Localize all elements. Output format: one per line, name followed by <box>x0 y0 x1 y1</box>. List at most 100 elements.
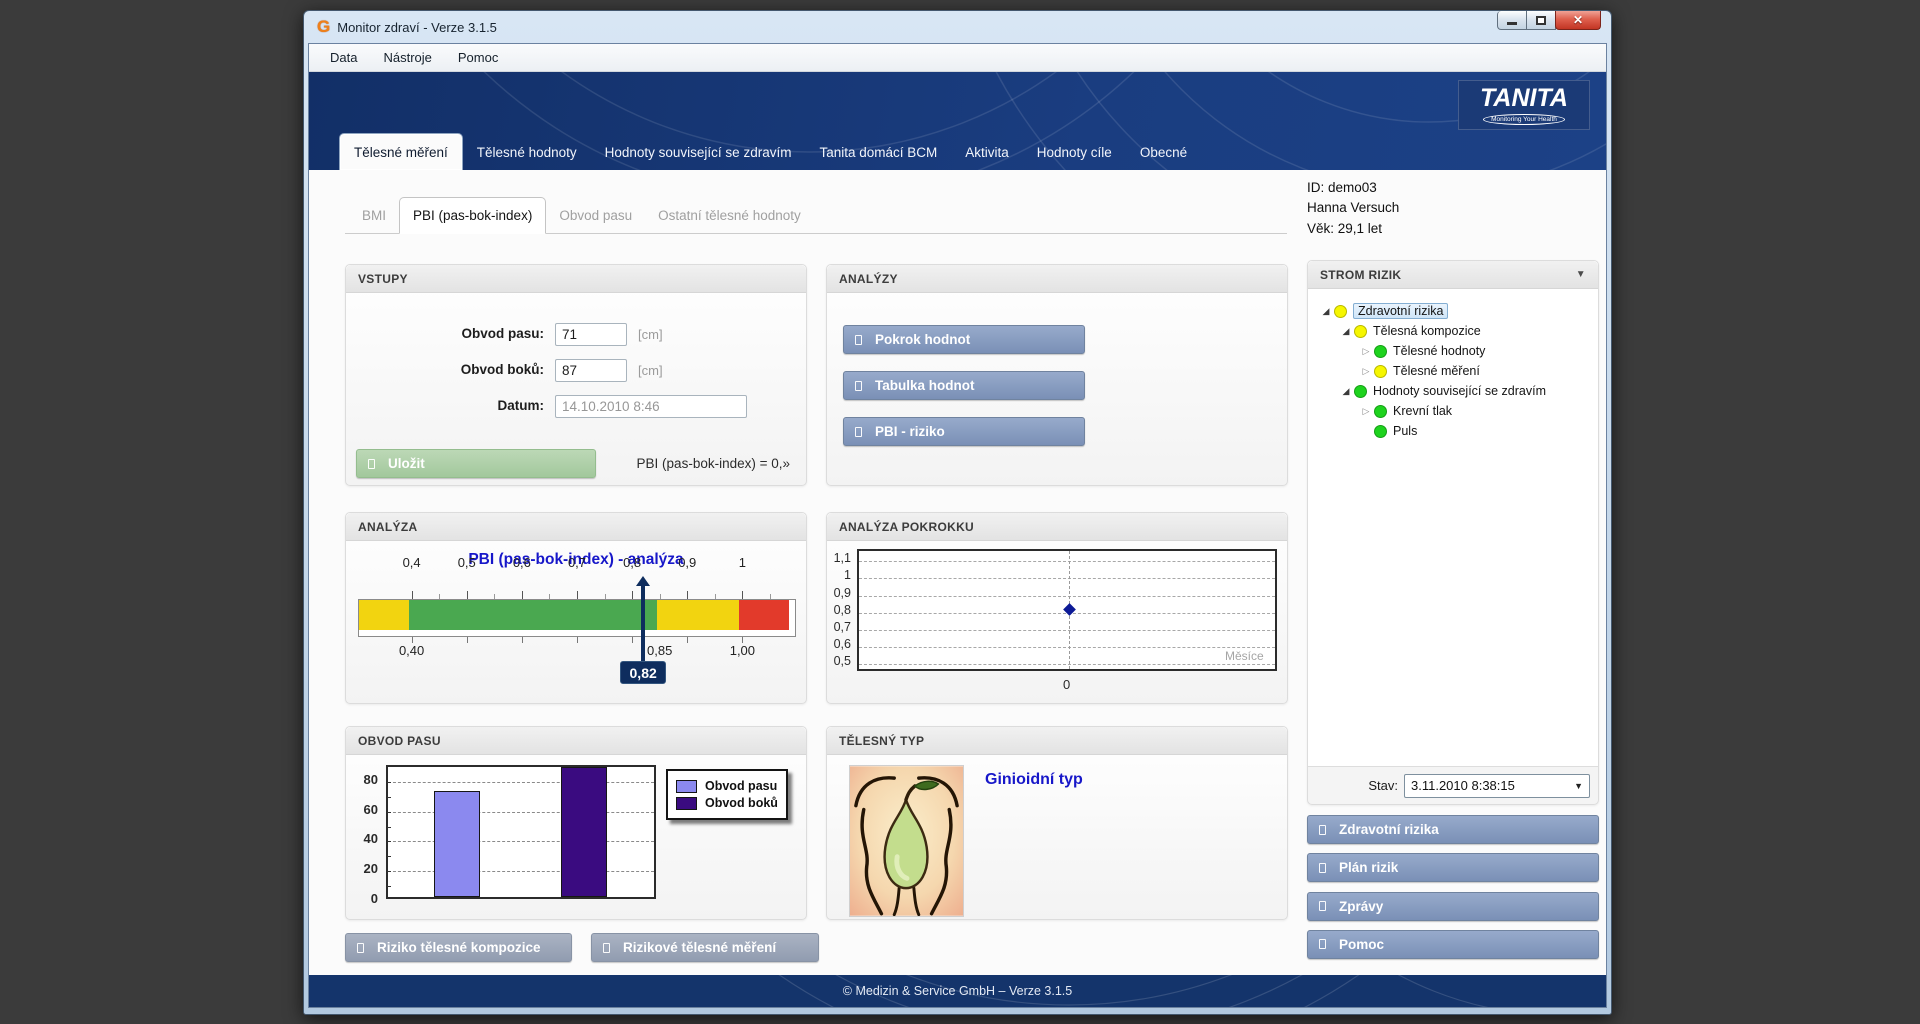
save-button[interactable]: Uložit <box>356 449 596 478</box>
risk-status-icon <box>1374 345 1387 358</box>
state-select[interactable]: 3.11.2010 8:38:15 ▼ <box>1404 774 1590 798</box>
gridline <box>859 561 1275 562</box>
y-tick-label: 0,7 <box>827 620 851 634</box>
gauge-minor-tick <box>715 594 716 599</box>
panel-analyses: ANALÝZY Pokrok hodnotTabulka hodnotPBI -… <box>826 264 1288 486</box>
menu-item-pomoc[interactable]: Pomoc <box>445 45 511 70</box>
tree-expander-icon[interactable]: ◢ <box>1340 387 1352 396</box>
analysis-button-label: Tabulka hodnot <box>875 378 975 393</box>
brand-logo: TANITA Monitoring Your Health <box>1458 80 1590 130</box>
analysis-button[interactable]: Tabulka hodnot <box>843 371 1085 400</box>
main-tab[interactable]: Tanita domácí BCM <box>805 134 951 170</box>
tree-item[interactable]: ◢Hodnoty související se zdravím <box>1314 381 1594 401</box>
panel-progress: ANALÝZA POKROKKU 1,110,90,80,70,60,50Měs… <box>826 512 1288 704</box>
sidebar-button[interactable]: Plán rizik <box>1307 853 1599 882</box>
button-icon <box>855 335 862 345</box>
gauge-tick <box>577 591 578 599</box>
analysis-button[interactable]: PBI - riziko <box>843 417 1085 446</box>
gauge-marker-arrow <box>636 576 650 586</box>
analysis-button[interactable]: Pokrok hodnot <box>843 325 1085 354</box>
bottom-action-button[interactable]: Rizikové tělesné měření <box>591 933 819 962</box>
sidebar-button-label: Zprávy <box>1339 899 1383 914</box>
tree-expander-icon[interactable]: ◢ <box>1340 327 1352 336</box>
sidebar-button[interactable]: Pomoc <box>1307 930 1599 959</box>
main-tab[interactable]: Tělesné měření <box>339 133 463 170</box>
tree-item[interactable]: ▷Tělesné měření <box>1314 361 1594 381</box>
gauge-marker <box>641 585 645 663</box>
button-icon <box>1319 825 1326 835</box>
gauge-segment <box>739 600 789 630</box>
panel-gauge-title: ANALÝZA <box>346 513 806 541</box>
tree-item[interactable]: ◢ Zdravotní rizika <box>1314 301 1594 321</box>
sub-tab[interactable]: Ostatní tělesné hodnoty <box>645 198 814 233</box>
sub-tab[interactable]: BMI <box>349 198 399 233</box>
gauge-tick-label: 0,7 <box>557 555 597 570</box>
panel-body-type-title: TĚLESNÝ TYP <box>827 727 1287 755</box>
button-icon <box>855 427 862 437</box>
tree-expander-icon[interactable]: ▷ <box>1360 407 1372 416</box>
state-select-value: 3.11.2010 8:38:15 <box>1411 778 1515 793</box>
bottom-action-button[interactable]: Riziko tělesné kompozice <box>345 933 572 962</box>
main-tab[interactable]: Obecné <box>1126 134 1201 170</box>
waist-label: Obvod pasu: <box>461 326 544 341</box>
tree-item[interactable]: ▷Tělesné hodnoty <box>1314 341 1594 361</box>
body-type-image <box>849 765 964 917</box>
tree-item[interactable]: ◢Tělesná kompozice <box>1314 321 1594 341</box>
risk-status-icon <box>1334 305 1347 318</box>
main-tab[interactable]: Hodnoty související se zdravím <box>591 134 806 170</box>
y-tick-label: 40 <box>346 831 378 846</box>
window-controls: ✕ <box>1498 11 1601 30</box>
main-tab[interactable]: Aktivita <box>951 134 1023 170</box>
axis-minor-tick <box>387 856 391 857</box>
hip-input[interactable] <box>555 359 627 382</box>
gauge-tick-label: 0,6 <box>502 555 542 570</box>
y-tick-label: 0,9 <box>827 586 851 600</box>
panel-inputs: VSTUPY Obvod pasu: [cm] Obvod boků: [cm]… <box>345 264 807 486</box>
menubar: DataNástrojePomoc <box>309 44 1606 72</box>
tree-expander-icon[interactable]: ▷ <box>1360 367 1372 376</box>
close-button[interactable]: ✕ <box>1555 11 1601 30</box>
app-icon: G <box>317 17 330 37</box>
state-label: Stav: <box>1368 778 1398 793</box>
y-tick-label: 0,8 <box>827 603 851 617</box>
menu-item-nástroje[interactable]: Nástroje <box>370 45 444 70</box>
y-tick-label: 80 <box>346 772 378 787</box>
sidebar-button[interactable]: Zdravotní rizika <box>1307 815 1599 844</box>
sidebar-button[interactable]: Zprávy <box>1307 892 1599 921</box>
tree-expander-icon[interactable]: ◢ <box>1320 307 1332 316</box>
window-titlebar[interactable]: G Monitor zdraví - Verze 3.1.5 ✕ <box>308 11 1607 43</box>
gauge-tick-label: 0,8 <box>612 555 652 570</box>
tree-item-label: Puls <box>1393 424 1417 438</box>
maximize-button[interactable] <box>1526 11 1556 30</box>
main-tab-bar: Tělesné měřeníTělesné hodnotyHodnoty sou… <box>339 133 1201 170</box>
minimize-button[interactable] <box>1497 11 1527 30</box>
analysis-button-label: PBI - riziko <box>875 424 945 439</box>
sub-tab[interactable]: PBI (pas-bok-index) <box>399 197 546 234</box>
tree-item[interactable]: ▷Krevní tlak <box>1314 401 1594 421</box>
body-type-label: Ginioidní typ <box>985 771 1083 789</box>
waist-input[interactable] <box>555 323 627 346</box>
data-point <box>1063 603 1076 616</box>
legend-label: Obvod boků <box>705 796 778 810</box>
hip-label: Obvod boků: <box>461 362 544 377</box>
main-tab[interactable]: Hodnoty cíle <box>1023 134 1126 170</box>
menu-item-data[interactable]: Data <box>317 45 370 70</box>
tree-expander-icon[interactable]: ▷ <box>1360 347 1372 356</box>
patient-info: ID: demo03 Hanna Versuch Věk: 29,1 let <box>1307 178 1399 239</box>
panel-body-type: TĚLESNÝ TYP <box>826 726 1288 920</box>
gauge-tick-label: 0,9 <box>667 555 707 570</box>
panel-inputs-title: VSTUPY <box>346 265 806 293</box>
minimize-icon <box>1507 22 1517 25</box>
tree-item-label: Zdravotní rizika <box>1353 303 1448 319</box>
button-icon <box>855 381 862 391</box>
legend-row: Obvod boků <box>676 796 778 810</box>
gauge-minor-tick <box>605 594 606 599</box>
date-input[interactable] <box>555 395 747 418</box>
collapse-arrow-icon[interactable]: ▼ <box>1576 269 1586 280</box>
tree-item[interactable]: Puls <box>1314 421 1594 441</box>
content-area: BMIPBI (pas-bok-index)Obvod pasuOstatní … <box>309 170 1606 975</box>
sub-tab[interactable]: Obvod pasu <box>546 198 645 233</box>
bottom-action-button-label: Rizikové tělesné měření <box>623 940 776 955</box>
main-tab[interactable]: Tělesné hodnoty <box>463 134 591 170</box>
gauge-bottom-label: 0,40 <box>389 643 435 658</box>
